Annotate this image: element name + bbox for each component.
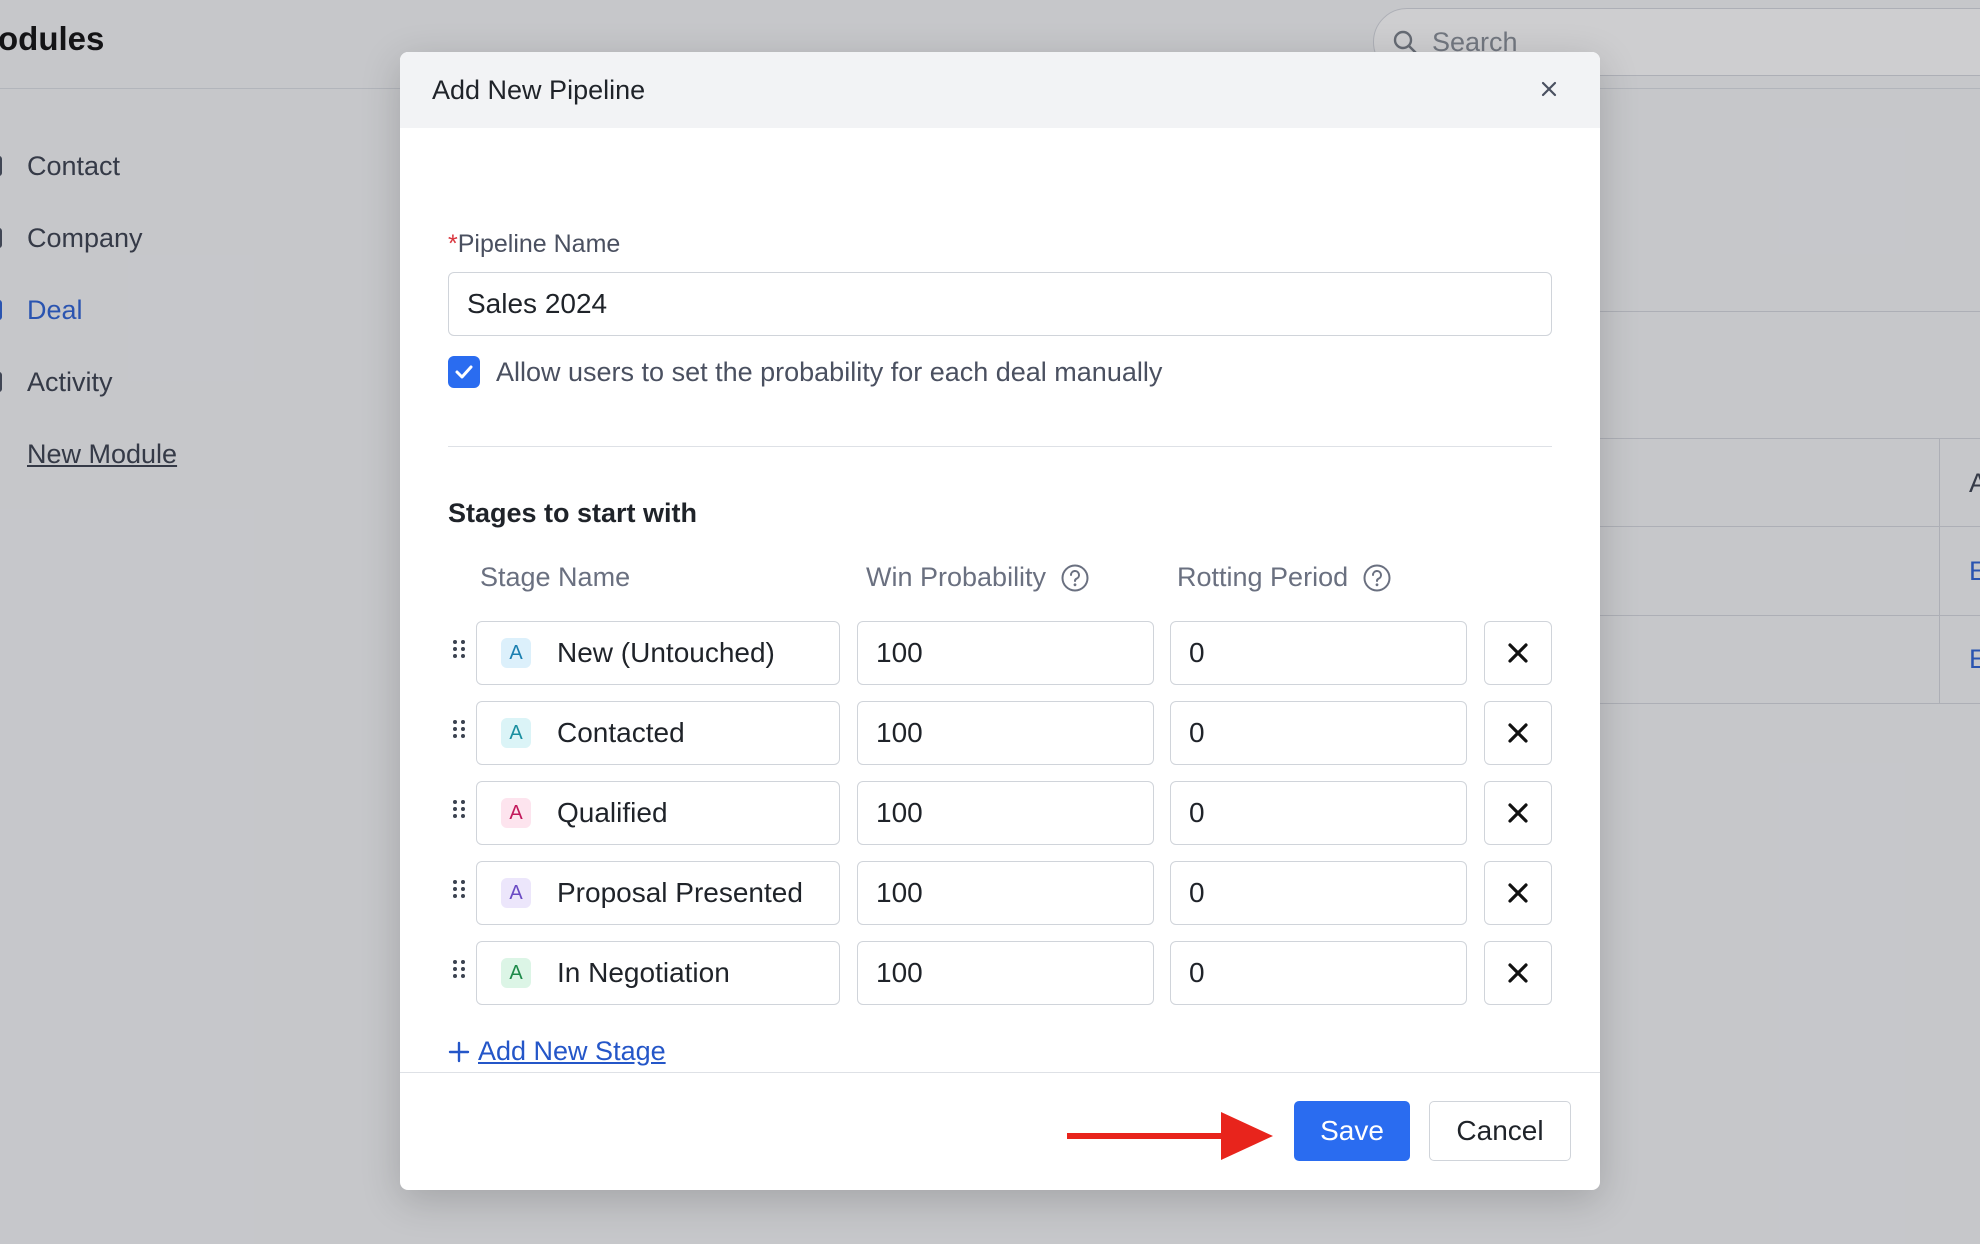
stage-name-value: Proposal Presented [557, 877, 803, 908]
stage-name-value: In Negotiation [557, 957, 730, 988]
stage-color-badge[interactable]: A [501, 958, 531, 988]
drag-handle-icon[interactable] [452, 639, 466, 665]
help-icon[interactable] [1060, 563, 1090, 593]
stage-name-field[interactable]: A Qualified [476, 781, 840, 845]
stage-color-badge[interactable]: A [501, 878, 531, 908]
stage-name-value: Contacted [557, 717, 685, 748]
add-pipeline-dialog: Add New Pipeline *Pipeline Name Allow us… [400, 52, 1600, 1190]
manual-probability-label: Allow users to set the probability for e… [496, 356, 1163, 387]
win-probability-input[interactable]: 100 [857, 621, 1154, 685]
stage-row: A Contacted 100 0 [448, 701, 1552, 765]
remove-stage-button[interactable] [1484, 701, 1552, 765]
column-header-rotting-period: Rotting Period [1177, 562, 1392, 593]
required-marker: * [448, 230, 458, 258]
stage-name-field[interactable]: A New (Untouched) [476, 621, 840, 685]
cancel-button[interactable]: Cancel [1429, 1101, 1571, 1161]
pipeline-name-label-text: Pipeline Name [457, 230, 621, 258]
rotting-period-input[interactable]: 0 [1170, 861, 1467, 925]
close-icon [1508, 963, 1528, 983]
close-icon [1508, 883, 1528, 903]
rotting-period-input[interactable]: 0 [1170, 701, 1467, 765]
remove-stage-button[interactable] [1484, 941, 1552, 1005]
stage-name-value: New (Untouched) [557, 637, 775, 668]
close-icon [1508, 643, 1528, 663]
stage-row: A New (Untouched) 100 0 [448, 621, 1552, 685]
close-icon [1508, 723, 1528, 743]
save-button[interactable]: Save [1294, 1101, 1410, 1161]
stage-name-value: Qualified [557, 797, 668, 828]
stage-name-field[interactable]: A In Negotiation [476, 941, 840, 1005]
drag-handle-icon[interactable] [452, 959, 466, 985]
check-icon [455, 365, 473, 379]
rotting-period-input[interactable]: 0 [1170, 621, 1467, 685]
stage-color-badge[interactable]: A [501, 638, 531, 668]
footer-divider [400, 1072, 1600, 1073]
pipeline-name-label: *Pipeline Name [448, 230, 620, 259]
plus-icon [448, 1041, 470, 1062]
stage-color-badge[interactable]: A [501, 718, 531, 748]
column-header-label: Rotting Period [1177, 562, 1349, 592]
stage-row: A Proposal Presented 100 0 [448, 861, 1552, 925]
dialog-header: Add New Pipeline [400, 52, 1600, 128]
remove-stage-button[interactable] [1484, 861, 1552, 925]
stage-name-field[interactable]: A Contacted [476, 701, 840, 765]
stage-row: A Qualified 100 0 [448, 781, 1552, 845]
divider [448, 446, 1552, 447]
drag-handle-icon[interactable] [452, 879, 466, 905]
pipeline-name-input[interactable] [448, 272, 1552, 336]
stage-row: A In Negotiation 100 0 [448, 941, 1552, 1005]
drag-handle-icon[interactable] [452, 799, 466, 825]
column-header-stage-name: Stage Name [480, 562, 630, 593]
manual-probability-option[interactable]: Allow users to set the probability for e… [448, 356, 1162, 388]
close-icon [1508, 803, 1528, 823]
remove-stage-button[interactable] [1484, 621, 1552, 685]
rotting-period-input[interactable]: 0 [1170, 941, 1467, 1005]
help-icon[interactable] [1362, 563, 1392, 593]
stage-color-badge[interactable]: A [501, 798, 531, 828]
add-new-stage-link[interactable]: Add New Stage [448, 1036, 666, 1067]
win-probability-input[interactable]: 100 [857, 701, 1154, 765]
add-new-stage-label: Add New Stage [478, 1036, 666, 1066]
stage-name-field[interactable]: A Proposal Presented [476, 861, 840, 925]
remove-stage-button[interactable] [1484, 781, 1552, 845]
annotation-arrow-icon [1067, 1112, 1273, 1160]
win-probability-input[interactable]: 100 [857, 941, 1154, 1005]
stages-section-title: Stages to start with [448, 498, 698, 528]
column-header-win-probability: Win Probability [866, 562, 1090, 593]
rotting-period-input[interactable]: 0 [1170, 781, 1467, 845]
dialog-title: Add New Pipeline [432, 74, 646, 105]
drag-handle-icon[interactable] [452, 719, 466, 745]
win-probability-input[interactable]: 100 [857, 861, 1154, 925]
win-probability-input[interactable]: 100 [857, 781, 1154, 845]
manual-probability-checkbox[interactable] [448, 356, 480, 388]
column-header-label: Win Probability [866, 562, 1047, 592]
column-header-label: Stage Name [480, 562, 631, 592]
close-icon[interactable] [1534, 74, 1564, 104]
